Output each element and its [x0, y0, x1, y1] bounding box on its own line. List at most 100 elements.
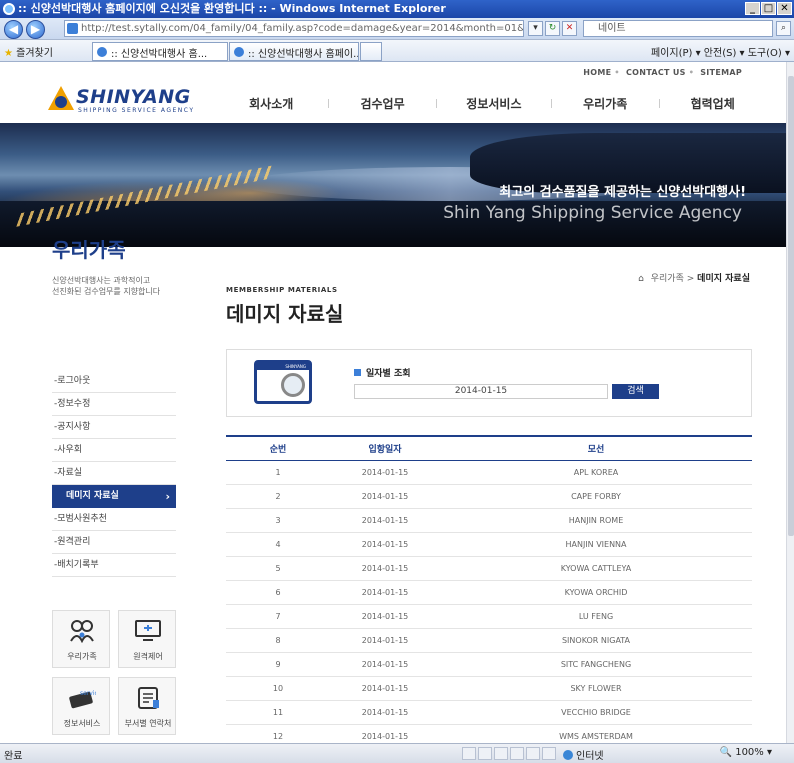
nav-company[interactable]: 회사소개: [240, 95, 302, 112]
forward-button[interactable]: ▶: [26, 20, 45, 39]
back-button[interactable]: ◀: [4, 20, 23, 39]
ie-tools-menu[interactable]: 페이지(P) ▾ 안전(S) ▾ 도구(O) ▾: [651, 44, 790, 59]
tab-label: :: 신양선박대행사 홈...: [111, 49, 208, 60]
search-input[interactable]: 네이트: [583, 20, 773, 37]
date-input[interactable]: 2014-01-15: [354, 384, 608, 399]
site-logo[interactable]: SHINYANG SHIPPING SERVICE AGENCY: [48, 84, 198, 118]
table-row[interactable]: 2 2014-01-15 CAPE FORBY: [226, 484, 752, 509]
browser-tab[interactable]: :: 신양선박대행사 홈페이...: [229, 42, 359, 61]
row-vessel: SINOKOR NIGATA: [440, 628, 752, 653]
minimize-button[interactable]: _: [745, 2, 760, 15]
sidebar-item-remote[interactable]: -원격관리: [52, 531, 176, 554]
contact-link[interactable]: CONTACT US: [626, 68, 686, 77]
monitor-icon: [135, 620, 161, 641]
sidebar-item-archive[interactable]: -자료실: [52, 462, 176, 485]
new-tab-button[interactable]: [360, 42, 382, 61]
sidebar-item-notice[interactable]: -공지사항: [52, 416, 176, 439]
sitemap-link[interactable]: SITEMAP: [700, 68, 742, 77]
table-row[interactable]: 12 2014-01-15 WMS AMSTERDAM: [226, 724, 752, 743]
browser-tab-active[interactable]: :: 신양선박대행사 홈...: [92, 42, 228, 61]
row-arrival-date: 2014-01-15: [330, 580, 440, 605]
sidebar-menu-list: -로그아웃 -정보수정 -공지사항 -사우회 -자료실 데미지 자료실 › -모범…: [52, 370, 176, 577]
stop-button[interactable]: ✕: [562, 21, 577, 36]
zoom-level[interactable]: 🔍 100% ▾: [720, 747, 772, 758]
table-row[interactable]: 1 2014-01-15 APL KOREA: [226, 460, 752, 485]
row-arrival-date: 2014-01-15: [330, 532, 440, 557]
table-row[interactable]: 6 2014-01-15 KYOWA ORCHID: [226, 580, 752, 605]
row-vessel: LU FENG: [440, 604, 752, 629]
star-icon: ★: [4, 48, 13, 59]
tab-ie-icon: [234, 47, 244, 57]
window-controls: _ □ ✕: [745, 2, 792, 15]
sidebar-item-logout[interactable]: -로그아웃: [52, 370, 176, 393]
table-row[interactable]: 9 2014-01-15 SITC FANGCHENG: [226, 652, 752, 677]
row-arrival-date: 2014-01-15: [330, 484, 440, 509]
row-number: 12: [226, 724, 330, 743]
bullet-square-icon: [354, 369, 361, 376]
home-link[interactable]: HOME: [583, 68, 611, 77]
favorites-button[interactable]: ★ 즐겨찾기: [4, 44, 53, 59]
sidebar-item-edit-info[interactable]: -정보수정: [52, 393, 176, 416]
sidebar-description: 신양선박대행사는 과학적이고 선진화된 검수업무를 지향합니다: [52, 276, 161, 296]
page-kicker: MEMBERSHIP MATERIALS: [226, 286, 338, 294]
row-arrival-date: 2014-01-15: [330, 460, 440, 485]
sidebar-title: 우리가족: [52, 238, 126, 262]
logo-name: SHINYANG: [76, 86, 191, 108]
row-vessel: CAPE FORBY: [440, 484, 752, 509]
utility-nav: HOME • CONTACT US • SITEMAP: [583, 68, 742, 77]
maximize-button[interactable]: □: [761, 2, 776, 15]
row-vessel: SKY FLOWER: [440, 676, 752, 701]
ie-logo-icon: [3, 3, 15, 15]
nav-partners[interactable]: 협력업체: [685, 95, 740, 112]
breadcrumb-parent[interactable]: 우리가족: [651, 274, 684, 284]
close-window-button[interactable]: ✕: [777, 2, 792, 15]
table-row[interactable]: 3 2014-01-15 HANJIN ROME: [226, 508, 752, 533]
row-vessel: VECCHIO BRIDGE: [440, 700, 752, 725]
sidebar-item-model-employee[interactable]: -모범사원추천: [52, 508, 176, 531]
quick-remote-control[interactable]: 원격제어: [118, 610, 176, 668]
url-text: http://test.sytally.com/04_family/04_fam…: [81, 23, 524, 34]
row-vessel: APL KOREA: [440, 460, 752, 485]
col-number: 순번: [226, 435, 330, 461]
nav-info-service[interactable]: 정보서비스: [463, 95, 525, 112]
family-icon: [70, 620, 94, 643]
search-go-button[interactable]: ⌕: [776, 21, 791, 36]
tab-label: :: 신양선박대행사 홈페이...: [248, 49, 359, 60]
globe-icon: [563, 750, 573, 760]
breadcrumb-current: 데미지 자료실: [697, 274, 750, 284]
row-number: 7: [226, 604, 330, 629]
search-button[interactable]: 검색: [612, 384, 659, 399]
banner-english: Shin Yang Shipping Service Agency: [443, 203, 742, 223]
sidebar-item-club[interactable]: -사우회: [52, 439, 176, 462]
page-title: 데미지 자료실: [226, 302, 344, 326]
breadcrumb: ⌂ 우리가족 > 데미지 자료실: [638, 274, 750, 284]
quick-info-service[interactable]: service 정보서비스: [52, 677, 110, 735]
address-bar: ◀ ▶ http://test.sytally.com/04_family/04…: [0, 18, 794, 40]
sidebar-item-damage-archive[interactable]: 데미지 자료실 ›: [52, 485, 176, 508]
nav-inspection[interactable]: 검수업무: [355, 95, 410, 112]
table-row[interactable]: 10 2014-01-15 SKY FLOWER: [226, 676, 752, 701]
table-row[interactable]: 8 2014-01-15 SINOKOR NIGATA: [226, 628, 752, 653]
row-number: 6: [226, 580, 330, 605]
row-vessel: SITC FANGCHENG: [440, 652, 752, 677]
security-zone[interactable]: 인터넷: [563, 747, 604, 762]
scrollbar-thumb[interactable]: [788, 76, 794, 536]
nav-family[interactable]: 우리가족: [578, 95, 633, 112]
quick-family[interactable]: 우리가족: [52, 610, 110, 668]
page-scrollbar[interactable]: [786, 62, 794, 743]
home-icon[interactable]: ⌂: [638, 274, 644, 284]
row-vessel: WMS AMSTERDAM: [440, 724, 752, 743]
refresh-button[interactable]: ↻: [545, 21, 560, 36]
sidebar-item-dispatch-log[interactable]: -배치기록부: [52, 554, 176, 577]
table-row[interactable]: 11 2014-01-15 VECCHIO BRIDGE: [226, 700, 752, 725]
table-row[interactable]: 4 2014-01-15 HANJIN VIENNA: [226, 532, 752, 557]
quick-contacts[interactable]: 부서별 연락처: [118, 677, 176, 735]
col-vessel: 모선: [440, 435, 752, 461]
url-dropdown-button[interactable]: ▾: [528, 21, 543, 36]
table-row[interactable]: 5 2014-01-15 KYOWA CATTLEYA: [226, 556, 752, 581]
favorites-bar: ★ 즐겨찾기 :: 신양선박대행사 홈... :: 신양선박대행사 홈페이...…: [0, 40, 794, 62]
row-arrival-date: 2014-01-15: [330, 724, 440, 743]
table-row[interactable]: 7 2014-01-15 LU FENG: [226, 604, 752, 629]
url-input[interactable]: http://test.sytally.com/04_family/04_fam…: [64, 20, 524, 37]
row-arrival-date: 2014-01-15: [330, 676, 440, 701]
